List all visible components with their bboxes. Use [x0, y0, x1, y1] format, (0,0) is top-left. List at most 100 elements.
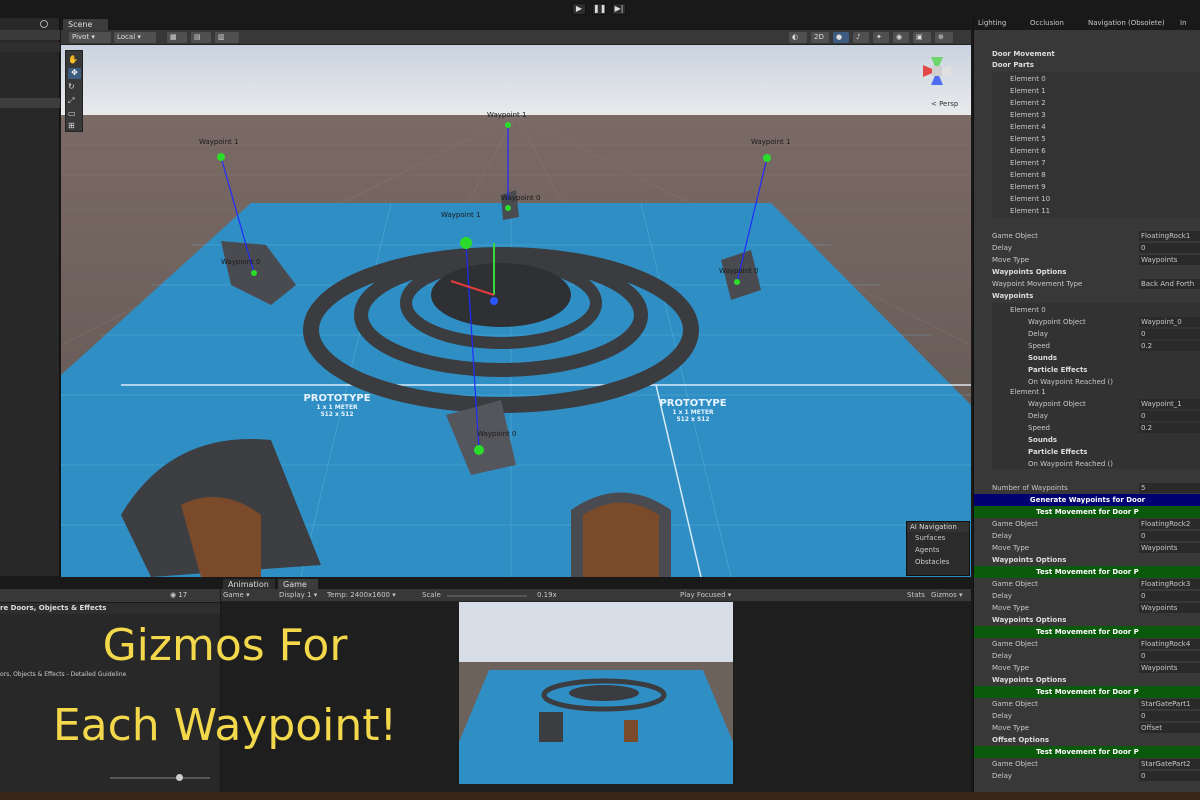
audio-toggle[interactable]: ♪	[853, 32, 869, 43]
delay-field[interactable]: 0	[1139, 531, 1200, 541]
ai-nav-agents[interactable]: Agents	[907, 544, 969, 556]
test-movement-button[interactable]: Test Movement for Door P	[974, 626, 1200, 638]
test-movement-button[interactable]: Test Movement for Door P	[974, 686, 1200, 698]
object-field[interactable]: FloatingRock1	[1139, 231, 1200, 241]
hierarchy-row[interactable]	[0, 42, 60, 52]
waypoints-options-foldout[interactable]: Waypoints Options	[974, 554, 1200, 566]
sounds-foldout[interactable]: Sounds	[974, 352, 1200, 364]
stats-button[interactable]: Stats	[907, 591, 925, 599]
delay-field[interactable]: 0	[1139, 411, 1200, 421]
rotate-tool-icon[interactable]: ↻	[68, 82, 80, 92]
object-field[interactable]: Waypoint_1	[1139, 399, 1200, 409]
local-dropdown[interactable]: Local ▾	[114, 32, 156, 43]
object-field[interactable]: FloatingRock3	[1139, 579, 1200, 589]
delay-field[interactable]: 0	[1139, 711, 1200, 721]
tab-navigation[interactable]: Navigation (Obsolete)	[1088, 19, 1165, 27]
list-item[interactable]: Element 5	[992, 133, 1200, 145]
move-type-dropdown[interactable]: Waypoints	[1139, 543, 1200, 553]
step-button[interactable]: ▶|	[612, 3, 626, 15]
test-movement-button[interactable]: Test Movement for Door P	[974, 506, 1200, 518]
grid-plane-button[interactable]: ▥	[215, 32, 239, 43]
speed-field[interactable]: 0.2	[1139, 423, 1200, 433]
gizmos-dropdown[interactable]: Gizmos ▾	[931, 591, 963, 599]
scene-viewport[interactable]: ✋ ✥ ↻ ⤢ ▭ ⊞ Waypoint 1 Waypoint 1 Waypoi…	[61, 45, 971, 577]
asset-item[interactable]: ors, Objects & Effects - Detailed Guidel…	[0, 671, 126, 678]
list-item[interactable]: Element 9	[992, 181, 1200, 193]
object-field[interactable]: StarGatePart1	[1139, 699, 1200, 709]
move-type-dropdown[interactable]: Waypoints	[1139, 603, 1200, 613]
pivot-dropdown[interactable]: Pivot ▾	[69, 32, 111, 43]
rect-tool-icon[interactable]: ▭	[68, 109, 80, 119]
offset-options-foldout[interactable]: Offset Options	[974, 734, 1200, 746]
play-button[interactable]: ▶	[572, 3, 586, 15]
resolution-dropdown[interactable]: Temp: 2400x1600 ▾	[327, 591, 396, 599]
visibility-toggle[interactable]: ◉	[893, 32, 909, 43]
sounds-foldout[interactable]: Sounds	[974, 434, 1200, 446]
zoom-slider[interactable]	[110, 777, 210, 779]
generate-waypoints-button[interactable]: Generate Waypoints for Door	[974, 494, 1200, 506]
test-movement-button[interactable]: Test Movement for Door P	[974, 746, 1200, 758]
tab-lighting[interactable]: Lighting	[978, 19, 1006, 27]
object-field[interactable]: FloatingRock4	[1139, 639, 1200, 649]
speed-field[interactable]: 0.2	[1139, 341, 1200, 351]
play-focused-dropdown[interactable]: Play Focused ▾	[680, 591, 731, 599]
on-waypoint-reached-event[interactable]: On Waypoint Reached ()	[974, 458, 1200, 470]
delay-field[interactable]: 0	[1139, 243, 1200, 253]
snap-increment-button[interactable]: ▤	[191, 32, 211, 43]
waypoints-options-foldout[interactable]: Waypoints Options	[974, 674, 1200, 686]
lighting-toggle[interactable]: ●	[833, 32, 849, 43]
grid-snap-button[interactable]: ▦	[167, 32, 187, 43]
list-item[interactable]: Element 7	[992, 157, 1200, 169]
transform-tool-icon[interactable]: ⊞	[68, 121, 80, 131]
tab-scene[interactable]: Scene	[63, 19, 108, 30]
waypoints-options-foldout[interactable]: Waypoints Options	[974, 614, 1200, 626]
hand-tool-icon[interactable]: ✋	[68, 55, 80, 65]
particle-effects-foldout[interactable]: Particle Effects	[974, 364, 1200, 376]
game-mode-dropdown[interactable]: Game ▾	[223, 591, 250, 599]
scale-slider[interactable]	[447, 595, 527, 597]
list-item[interactable]: Element 8	[992, 169, 1200, 181]
delay-field[interactable]: 0	[1139, 591, 1200, 601]
move-type-dropdown[interactable]: Waypoints	[1139, 255, 1200, 265]
waypoint-element-0[interactable]: Element 0	[974, 304, 1200, 316]
test-movement-button[interactable]: Test Movement for Door P	[974, 566, 1200, 578]
delay-field[interactable]: 0	[1139, 651, 1200, 661]
zoom-slider-handle[interactable]	[176, 774, 183, 781]
hierarchy-row-selected[interactable]	[0, 98, 60, 108]
number-of-waypoints-field[interactable]: 5	[1139, 483, 1200, 493]
particle-effects-foldout[interactable]: Particle Effects	[974, 446, 1200, 458]
list-item[interactable]: Element 6	[992, 145, 1200, 157]
ai-nav-surfaces[interactable]: Surfaces	[907, 532, 969, 544]
camera-button[interactable]: ▣	[913, 32, 931, 43]
list-item[interactable]: Element 4	[992, 121, 1200, 133]
hierarchy-row[interactable]	[0, 30, 60, 40]
move-tool-icon[interactable]: ✥	[68, 68, 81, 79]
object-field[interactable]: Waypoint_0	[1139, 317, 1200, 327]
delay-field[interactable]: 0	[1139, 771, 1200, 781]
effects-toggle[interactable]: ✦	[873, 32, 889, 43]
object-field[interactable]: FloatingRock2	[1139, 519, 1200, 529]
list-item[interactable]: Element 3	[992, 109, 1200, 121]
move-type-dropdown[interactable]: Offset	[1139, 723, 1200, 733]
move-type-dropdown[interactable]: Waypoints	[1139, 663, 1200, 673]
breadcrumb[interactable]: re Doors, Objects & Effects	[0, 603, 220, 614]
draw-mode-button[interactable]: ◐	[789, 32, 807, 43]
waypoints-foldout[interactable]: Waypoints	[974, 290, 1200, 302]
list-item[interactable]: Element 2	[992, 97, 1200, 109]
mode-2d-button[interactable]: 2D	[811, 32, 829, 43]
tab-inspector[interactable]: In	[1180, 19, 1187, 27]
list-item[interactable]: Element 0	[992, 73, 1200, 85]
waypoint-movement-dropdown[interactable]: Back And Forth	[1139, 279, 1200, 289]
door-parts-foldout[interactable]: Door Parts	[974, 59, 1200, 71]
ai-nav-obstacles[interactable]: Obstacles	[907, 556, 969, 568]
list-item[interactable]: Element 10	[992, 193, 1200, 205]
delay-field[interactable]: 0	[1139, 329, 1200, 339]
list-item[interactable]: Element 11	[992, 205, 1200, 217]
tab-occlusion[interactable]: Occlusion	[1030, 19, 1064, 27]
waypoint-element-1[interactable]: Element 1	[974, 386, 1200, 398]
gizmos-button[interactable]: ⊕	[935, 32, 953, 43]
pause-button[interactable]: ❚❚	[592, 3, 606, 15]
list-item[interactable]: Element 1	[992, 85, 1200, 97]
lock-icon[interactable]	[40, 20, 48, 28]
object-field[interactable]: StarGatePart2	[1139, 759, 1200, 769]
